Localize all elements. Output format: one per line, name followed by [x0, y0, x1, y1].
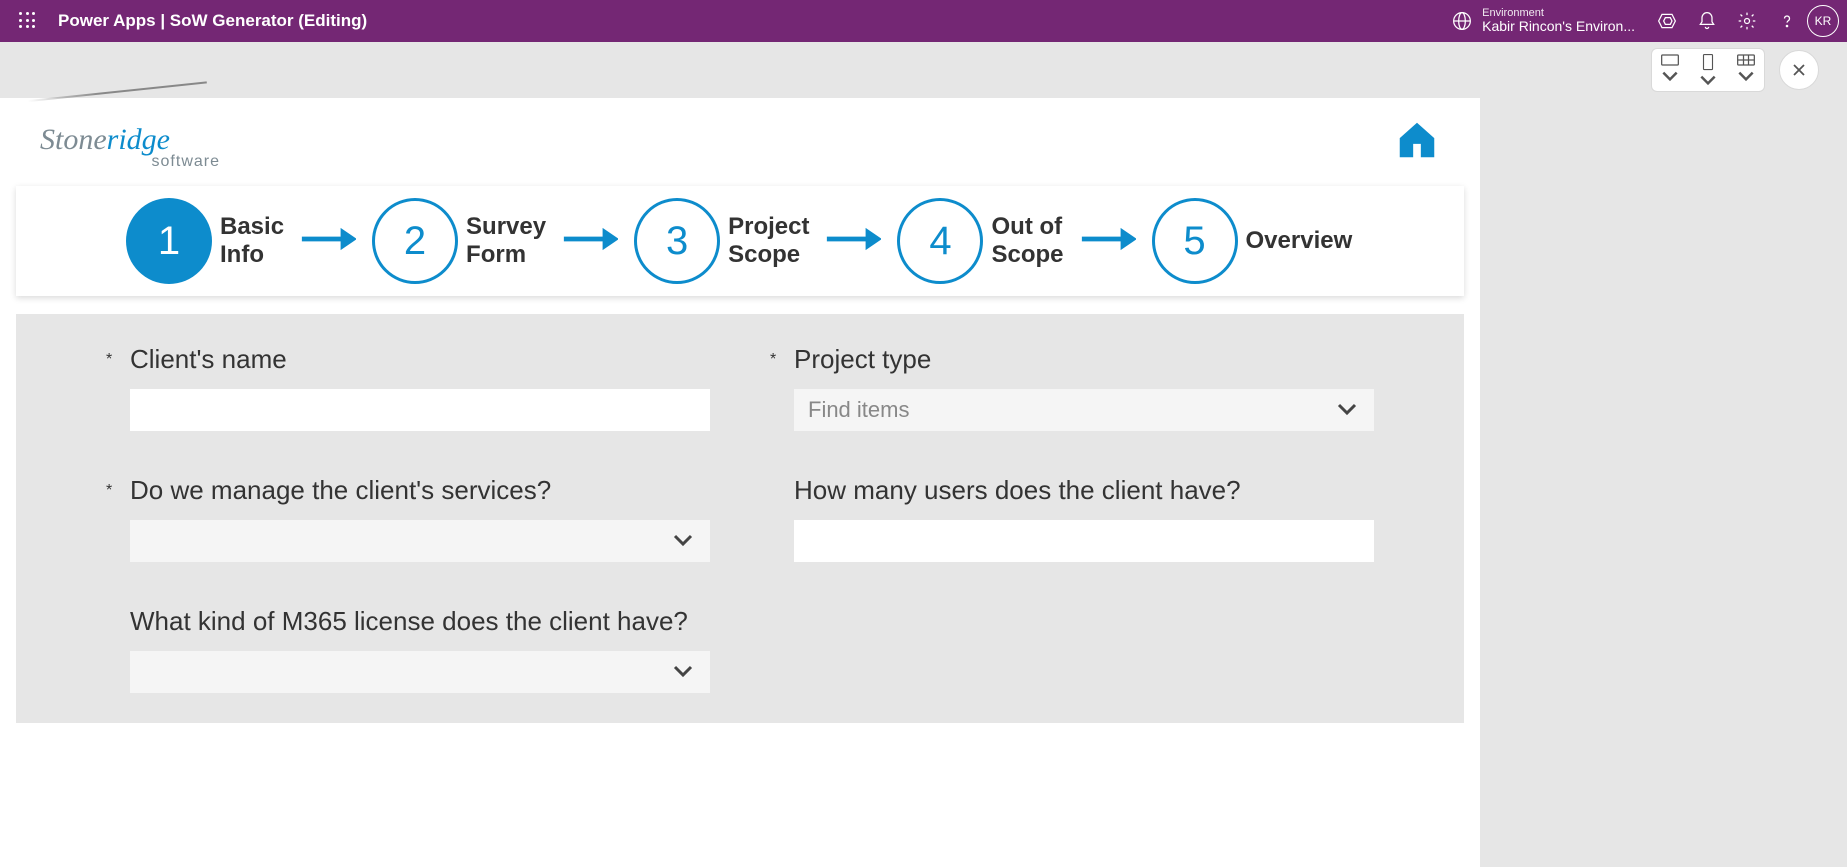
- mobile-preview-button[interactable]: [1736, 53, 1756, 87]
- close-icon: [1791, 62, 1807, 78]
- help-button[interactable]: [1767, 1, 1807, 41]
- close-preview-button[interactable]: [1779, 50, 1819, 90]
- step-circle: 5: [1152, 198, 1238, 284]
- help-icon: [1777, 11, 1797, 31]
- field-label: Client's name: [130, 344, 287, 375]
- chevron-down-icon: [1660, 69, 1680, 83]
- field-manage-services: * Do we manage the client's services?: [106, 475, 710, 562]
- chevron-down-icon: [1736, 69, 1756, 83]
- required-marker: *: [106, 351, 120, 369]
- desktop-icon: [1660, 53, 1680, 67]
- step-circle: 4: [897, 198, 983, 284]
- globe-icon: [1452, 11, 1472, 31]
- arrow-icon: [1080, 224, 1136, 259]
- step-5[interactable]: 5 Overview: [1152, 198, 1353, 284]
- form-area: * Client's name * Project type Find item…: [16, 314, 1464, 723]
- project-type-select[interactable]: Find items: [794, 389, 1374, 431]
- environment-selector[interactable]: Environment Kabir Rincon's Environ...: [1452, 7, 1635, 34]
- step-label: Overview: [1246, 227, 1353, 255]
- step-2[interactable]: 2 Survey Form: [372, 198, 546, 284]
- field-label: Do we manage the client's services?: [130, 475, 551, 506]
- m365-license-select[interactable]: [130, 651, 710, 693]
- client-name-input[interactable]: [130, 389, 710, 431]
- field-label: How many users does the client have?: [794, 475, 1241, 506]
- grid-icon: [1736, 53, 1756, 67]
- step-1[interactable]: 1 Basic Info: [126, 198, 284, 284]
- step-circle: 1: [126, 198, 212, 284]
- tablet-icon: [1702, 53, 1714, 71]
- field-label: What kind of M365 license does the clien…: [130, 606, 688, 637]
- wizard-stepper: 1 Basic Info 2 Survey Form 3 Project Sco…: [16, 186, 1464, 296]
- environment-name: Kabir Rincon's Environ...: [1482, 19, 1635, 34]
- notifications-button[interactable]: [1687, 1, 1727, 41]
- copilot-icon: [1657, 11, 1677, 31]
- user-avatar[interactable]: KR: [1807, 5, 1839, 37]
- gear-icon: [1737, 11, 1757, 31]
- field-client-name: * Client's name: [106, 344, 710, 431]
- chevron-down-icon: [1698, 73, 1718, 87]
- select-placeholder: Find items: [808, 397, 909, 423]
- app-launcher-icon[interactable]: [8, 12, 48, 30]
- chevron-down-icon: [670, 528, 696, 554]
- environment-text: Environment Kabir Rincon's Environ...: [1482, 7, 1635, 34]
- arrow-icon: [300, 224, 356, 259]
- bell-icon: [1697, 11, 1717, 31]
- settings-button[interactable]: [1727, 1, 1767, 41]
- step-label: Project Scope: [728, 213, 809, 268]
- step-3[interactable]: 3 Project Scope: [634, 198, 809, 284]
- home-icon: [1394, 117, 1440, 163]
- step-circle: 3: [634, 198, 720, 284]
- step-label: Basic Info: [220, 213, 284, 268]
- required-marker: *: [770, 351, 784, 369]
- logo-subtitle: software: [152, 153, 220, 171]
- field-m365-license: What kind of M365 license does the clien…: [106, 606, 710, 693]
- home-button[interactable]: [1394, 117, 1440, 168]
- step-label: Out of Scope: [991, 213, 1063, 268]
- step-label: Survey Form: [466, 213, 546, 268]
- avatar-initials: KR: [1815, 14, 1832, 28]
- step-4[interactable]: 4 Out of Scope: [897, 198, 1063, 284]
- desktop-preview-button[interactable]: [1660, 53, 1680, 87]
- logo-part1: Stone: [40, 123, 107, 156]
- copilot-button[interactable]: [1647, 1, 1687, 41]
- environment-label: Environment: [1482, 7, 1635, 19]
- user-count-input[interactable]: [794, 520, 1374, 562]
- canvas-header: Stoneridge software: [0, 98, 1480, 186]
- app-top-bar: Power Apps | SoW Generator (Editing) Env…: [0, 0, 1847, 42]
- chevron-down-icon: [670, 659, 696, 685]
- field-user-count: How many users does the client have?: [770, 475, 1374, 562]
- page-title: Power Apps | SoW Generator (Editing): [58, 11, 367, 31]
- step-circle: 2: [372, 198, 458, 284]
- field-label: Project type: [794, 344, 931, 375]
- manage-services-select[interactable]: [130, 520, 710, 562]
- tablet-preview-button[interactable]: [1698, 53, 1718, 87]
- device-preview-group: [1651, 48, 1765, 92]
- logo: Stoneridge software: [40, 121, 220, 171]
- app-canvas: Stoneridge software 1 Basic Info 2 Surve…: [0, 98, 1480, 867]
- arrow-icon: [825, 224, 881, 259]
- preview-toolbar: [0, 42, 1847, 98]
- arrow-icon: [562, 224, 618, 259]
- required-marker: *: [106, 482, 120, 500]
- chevron-down-icon: [1334, 397, 1360, 423]
- logo-text: Stoneridge: [40, 123, 170, 157]
- field-project-type: * Project type Find items: [770, 344, 1374, 431]
- waffle-icon: [19, 12, 37, 30]
- logo-part2: ridge: [107, 123, 170, 156]
